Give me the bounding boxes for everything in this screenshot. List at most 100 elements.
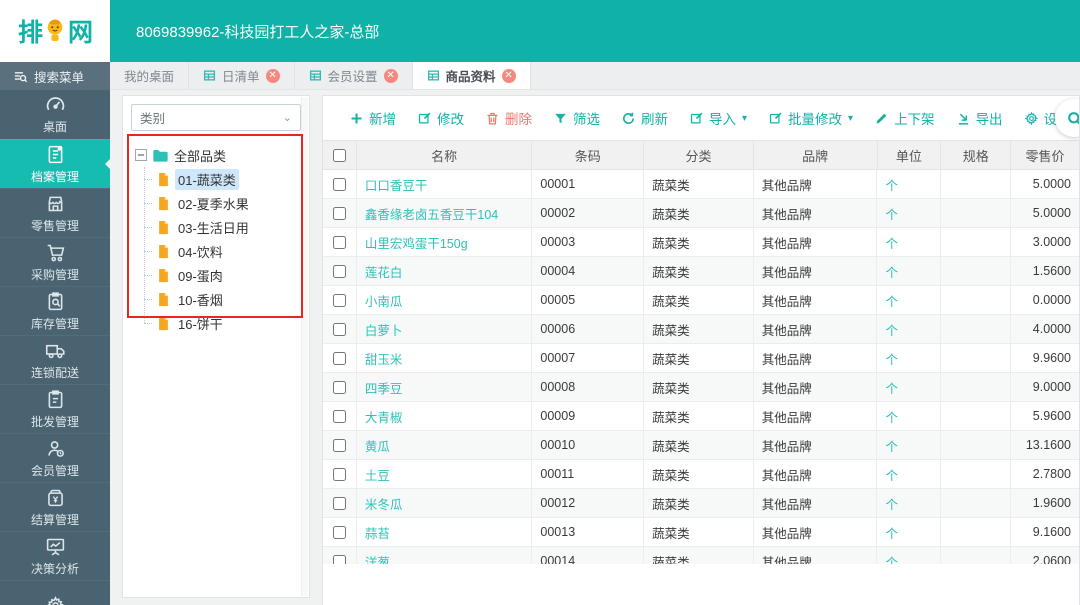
row-checkbox[interactable] bbox=[332, 235, 346, 249]
row-checkbox[interactable] bbox=[332, 177, 346, 191]
row-checkbox[interactable] bbox=[332, 264, 346, 278]
tree-item-10-香烟[interactable]: 10-香烟 bbox=[144, 287, 309, 311]
新增-button[interactable]: 新增 bbox=[349, 108, 396, 128]
tab-商品资料[interactable]: 商品资料 ✕ bbox=[412, 62, 531, 89]
修改-button[interactable]: 修改 bbox=[417, 108, 464, 128]
sidebar-item-决策分析[interactable]: 决策分析 bbox=[0, 531, 110, 580]
cell-barcode: 00013 bbox=[532, 518, 645, 546]
tree-item-02-夏季水果[interactable]: 02-夏季水果 bbox=[144, 191, 309, 215]
app-window: 排 网 8069839962-科技园打工人之家-总部 搜索菜单 我的桌面 日清单 ✕… bbox=[0, 0, 1080, 605]
cell-barcode: 00014 bbox=[532, 547, 645, 564]
筛选-button[interactable]: 筛选 bbox=[553, 108, 600, 128]
cell-barcode: 00012 bbox=[532, 489, 645, 517]
table-body: 口口香豆干 00001 蔬菜类 其他品牌个 5.0000 鑫香缘老卤五香豆干104 0000… bbox=[323, 170, 1079, 564]
sidebar-item-结算管理[interactable]: 结算管理 bbox=[0, 482, 110, 531]
批量修改-button[interactable]: 批量修改 ▾ bbox=[768, 108, 853, 128]
cell-brand: 其他品牌 bbox=[754, 228, 878, 256]
logo-text-right: 网 bbox=[68, 19, 93, 47]
cart-icon bbox=[45, 242, 66, 263]
select-all-checkbox[interactable] bbox=[332, 148, 346, 162]
search-menu-button[interactable]: 搜索菜单 bbox=[0, 62, 110, 90]
tree-item-01-蔬菜类[interactable]: 01-蔬菜类 bbox=[144, 167, 309, 191]
cell-barcode: 00002 bbox=[532, 199, 645, 227]
close-icon[interactable]: ✕ bbox=[501, 68, 516, 83]
row-checkbox[interactable] bbox=[332, 322, 346, 336]
sidebar-item-档案管理[interactable]: 档案管理 bbox=[0, 139, 110, 188]
sidebar-item-批发管理[interactable]: 批发管理 bbox=[0, 384, 110, 433]
row-checkbox[interactable] bbox=[332, 293, 346, 307]
sidebar-item-label: 决策分析 bbox=[30, 561, 79, 576]
row-checkbox[interactable] bbox=[332, 351, 346, 365]
tree-scrollbar[interactable] bbox=[301, 97, 308, 596]
sidebar-item-more[interactable] bbox=[0, 580, 110, 605]
cell-name[interactable]: 土豆 bbox=[357, 460, 533, 488]
search-button[interactable] bbox=[1055, 99, 1079, 137]
cell-price: 1.9600 bbox=[1032, 496, 1071, 510]
cell-price: 2.0600 bbox=[1032, 554, 1071, 564]
tree-item-04-饮料[interactable]: 04-饮料 bbox=[144, 239, 309, 263]
导入-button[interactable]: 导入 ▾ bbox=[689, 108, 747, 128]
刷新-button[interactable]: 刷新 bbox=[621, 108, 668, 128]
button-label: 导出 bbox=[975, 112, 1003, 127]
row-checkbox[interactable] bbox=[332, 380, 346, 394]
row-checkbox[interactable] bbox=[332, 525, 346, 539]
cell-name[interactable]: 米冬瓜 bbox=[357, 489, 533, 517]
button-label: 导入 bbox=[709, 112, 736, 127]
row-checkbox[interactable] bbox=[332, 438, 346, 452]
row-checkbox[interactable] bbox=[332, 409, 346, 423]
上下架-button[interactable]: 上下架 bbox=[874, 108, 935, 128]
cell-brand: 其他品牌 bbox=[754, 431, 878, 459]
column-header-分类: 分类 bbox=[644, 141, 754, 169]
gear-icon bbox=[45, 595, 66, 605]
table-row: 白萝卜 00006 蔬菜类 其他品牌个 4.0000 bbox=[323, 315, 1079, 344]
row-select-cell bbox=[323, 344, 357, 372]
tree-item-09-蛋肉[interactable]: 09-蛋肉 bbox=[144, 263, 309, 287]
sidebar-item-零售管理[interactable]: 零售管理 bbox=[0, 188, 110, 237]
sidebar-item-会员管理[interactable]: 会员管理 bbox=[0, 433, 110, 482]
row-checkbox[interactable] bbox=[332, 206, 346, 220]
cell-spec bbox=[941, 431, 1012, 459]
cell-price: 9.1600 bbox=[1032, 525, 1071, 539]
cell-category: 蔬菜类 bbox=[644, 257, 754, 285]
sidebar-item-库存管理[interactable]: 库存管理 bbox=[0, 286, 110, 335]
tab-label: 我的桌面 bbox=[124, 70, 175, 84]
close-icon[interactable]: ✕ bbox=[383, 68, 398, 83]
tab-我的桌面[interactable]: 我的桌面 bbox=[110, 62, 190, 89]
删除-button[interactable]: 删除 bbox=[485, 108, 532, 128]
select-all-header bbox=[323, 141, 357, 169]
cell-name[interactable]: 鑫香缘老卤五香豆干104 bbox=[357, 199, 533, 227]
sidebar-item-采购管理[interactable]: 采购管理 bbox=[0, 237, 110, 286]
cell-name[interactable]: 四季豆 bbox=[357, 373, 533, 401]
cell-name[interactable]: 小南瓜 bbox=[357, 286, 533, 314]
sidebar-item-连锁配送[interactable]: 连锁配送 bbox=[0, 335, 110, 384]
row-checkbox[interactable] bbox=[332, 554, 346, 564]
sidebar-item-桌面[interactable]: 桌面 bbox=[0, 90, 110, 139]
row-checkbox[interactable] bbox=[332, 467, 346, 481]
cell-name[interactable]: 莲花白 bbox=[357, 257, 533, 285]
table-row: 洋葱 00014 蔬菜类 其他品牌个 2.0600 bbox=[323, 547, 1079, 564]
tree-item-16-饼干[interactable]: 16-饼干 bbox=[144, 311, 309, 335]
cell-unit: 个 bbox=[877, 460, 942, 488]
tab-日清单[interactable]: 日清单 ✕ bbox=[189, 62, 295, 89]
导出-button[interactable]: 导出 bbox=[956, 108, 1003, 128]
cell-name[interactable]: 白萝卜 bbox=[357, 315, 533, 343]
category-tree: 全部品类 01-蔬菜类 02-夏季水果 03-生活日用 04-饮料 09-蛋肉 10-香烟 1… bbox=[123, 139, 309, 335]
cell-name[interactable]: 甜玉米 bbox=[357, 344, 533, 372]
truck-icon bbox=[45, 340, 66, 361]
cell-price: 9.9600 bbox=[1032, 351, 1071, 365]
cell-name[interactable]: 山里宏鸡蛋干150g bbox=[357, 228, 533, 256]
category-filter-select[interactable]: 类别 ⌄ bbox=[131, 104, 301, 131]
row-checkbox[interactable] bbox=[332, 496, 346, 510]
close-icon[interactable]: ✕ bbox=[265, 68, 280, 83]
cell-name[interactable]: 大青椒 bbox=[357, 402, 533, 430]
cell-name[interactable]: 口口香豆干 bbox=[357, 170, 533, 198]
cell-name[interactable]: 洋葱 bbox=[357, 547, 533, 564]
cell-name[interactable]: 黄瓜 bbox=[357, 431, 533, 459]
cell-spec bbox=[941, 489, 1012, 517]
edit-icon bbox=[417, 111, 432, 126]
tab-label: 商品资料 bbox=[445, 70, 496, 84]
cell-name[interactable]: 蒜苔 bbox=[357, 518, 533, 546]
tab-会员设置[interactable]: 会员设置 ✕ bbox=[294, 62, 413, 89]
tree-item-03-生活日用[interactable]: 03-生活日用 bbox=[144, 215, 309, 239]
tree-root-node[interactable]: 全部品类 bbox=[135, 143, 309, 167]
